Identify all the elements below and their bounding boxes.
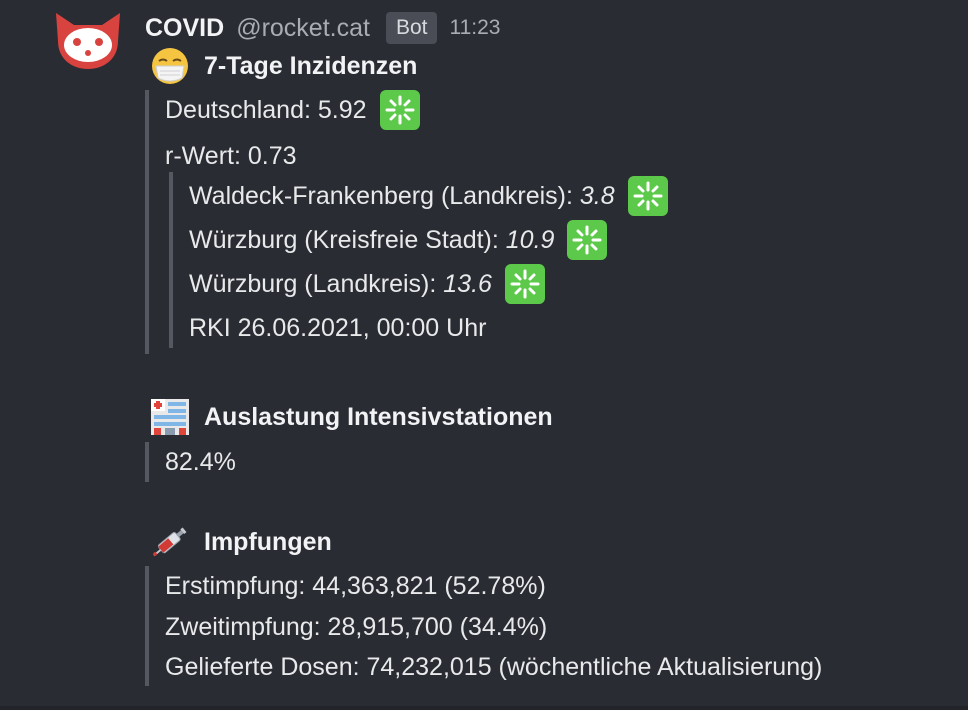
vaccination-quote: Erstimpfung: 44,363,821 (52.78%) Zweitim… <box>145 566 822 686</box>
r-value-line: r-Wert: 0.73 <box>165 138 297 174</box>
message-timestamp: 11:23 <box>449 16 501 39</box>
author-username[interactable]: @rocket.cat <box>236 14 370 43</box>
rocket-cat-avatar-icon[interactable] <box>52 11 124 71</box>
vaccination-section-title: Impfungen <box>148 522 332 562</box>
incidence-section-title: 7-Tage Inzidenzen <box>148 46 417 86</box>
icu-quote: 82.4% <box>145 442 236 482</box>
sparkle-icon <box>627 176 668 216</box>
r-value: r-Wert: 0.73 <box>165 141 297 170</box>
sparkle-icon <box>567 220 608 260</box>
sparkle-icon <box>379 90 420 130</box>
icu-section-title: Auslastung Intensivstationen <box>148 397 553 437</box>
region-line: Waldeck-Frankenberg (Landkreis): 3.8 <box>189 176 669 216</box>
sparkle-icon <box>504 264 545 304</box>
region-value: 13.6 <box>443 269 492 298</box>
region-line: Würzburg (Landkreis): 13.6 <box>189 264 546 304</box>
region-name: Waldeck-Frankenberg (Landkreis): <box>189 181 573 210</box>
incidence-quote: Deutschland: 5.92 r-Wert: 0.73 Waldeck-F… <box>145 90 668 354</box>
incidence-title: 7-Tage Inzidenzen <box>204 51 418 80</box>
second-dose-line: Zweitimpfung: 28,915,700 (34.4%) <box>165 609 547 645</box>
bot-badge: Bot <box>385 12 438 44</box>
icu-title: Auslastung Intensivstationen <box>204 402 553 431</box>
chat-message: COVID @rocket.cat Bot 11:23 7-Tage Inzid… <box>0 0 968 710</box>
region-name: Würzburg (Kreisfreie Stadt): <box>189 225 499 254</box>
vaccination-title: Impfungen <box>204 527 332 556</box>
rki-source-line: RKI 26.06.2021, 00:00 Uhr <box>189 310 486 346</box>
first-dose: Erstimpfung: 44,363,821 (52.78%) <box>165 571 546 600</box>
germany-incidence-line: Deutschland: 5.92 <box>165 90 421 130</box>
author-name[interactable]: COVID <box>145 14 224 43</box>
hospital-icon <box>151 399 189 435</box>
syringe-icon <box>153 527 187 557</box>
face-with-medical-mask-icon <box>152 48 188 84</box>
germany-incidence: Deutschland: 5.92 <box>165 95 367 124</box>
message-divider <box>0 706 968 710</box>
icu-value: 82.4% <box>165 447 236 476</box>
region-value: 3.8 <box>579 181 615 210</box>
region-name: Würzburg (Landkreis): <box>189 269 437 298</box>
delivered-doses: Gelieferte Dosen: 74,232,015 (wöchentlic… <box>165 652 823 681</box>
region-line: Würzburg (Kreisfreie Stadt): 10.9 <box>189 220 608 260</box>
region-value: 10.9 <box>505 225 555 254</box>
message-header: COVID @rocket.cat Bot 11:23 <box>145 8 500 48</box>
delivered-doses-line: Gelieferte Dosen: 74,232,015 (wöchentlic… <box>165 649 822 685</box>
icu-value-line: 82.4% <box>165 444 236 480</box>
second-dose: Zweitimpfung: 28,915,700 (34.4%) <box>165 612 548 641</box>
first-dose-line: Erstimpfung: 44,363,821 (52.78%) <box>165 568 546 604</box>
regions-quote: Waldeck-Frankenberg (Landkreis): 3.8 Wür… <box>169 172 668 348</box>
rki-source: RKI 26.06.2021, 00:00 Uhr <box>189 313 487 342</box>
